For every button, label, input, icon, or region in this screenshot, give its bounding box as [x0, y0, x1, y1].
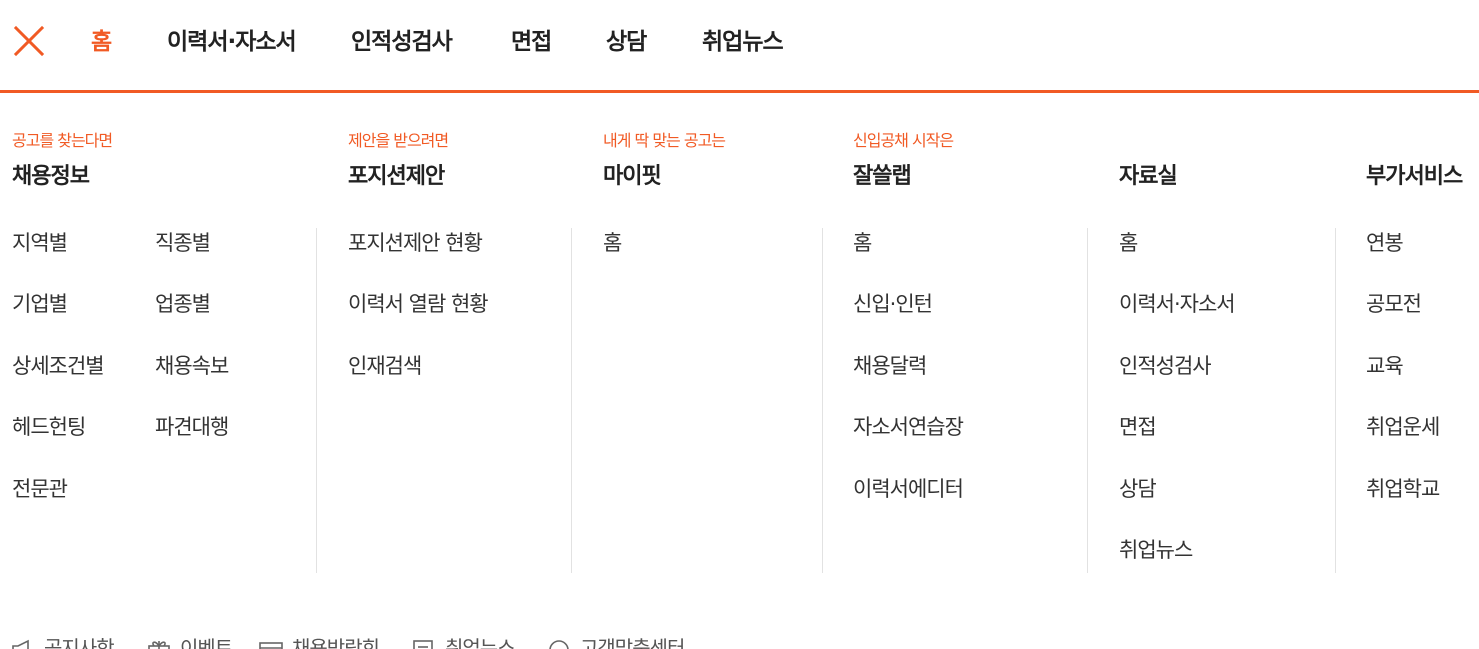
- headset-icon: [549, 640, 569, 649]
- link-by-company[interactable]: 기업별: [12, 290, 68, 318]
- link-resources-consulting[interactable]: 상담: [1119, 475, 1157, 503]
- link-job-school[interactable]: 취업학교: [1366, 475, 1440, 503]
- calendar-icon: [259, 642, 283, 649]
- link-myfit-home[interactable]: 홈: [603, 229, 622, 257]
- link-salary[interactable]: 연봉: [1366, 229, 1404, 257]
- link-dispatch[interactable]: 파견대행: [155, 413, 229, 441]
- bottom-link-label: 취업뉴스: [445, 636, 516, 649]
- link-by-region[interactable]: 지역별: [12, 229, 68, 257]
- bottom-link-label: 공지사항: [44, 636, 115, 649]
- link-offer-status[interactable]: 포지션제안 현황: [348, 229, 483, 257]
- bottom-link-label: 채용박람회: [292, 636, 380, 649]
- link-education[interactable]: 교육: [1366, 352, 1404, 380]
- newspaper-icon: [413, 640, 433, 649]
- link-hiring-calendar[interactable]: 채용달력: [853, 352, 927, 380]
- link-by-job-type[interactable]: 직종별: [155, 229, 211, 257]
- top-menu-resume[interactable]: 이력서·자소서: [167, 26, 297, 58]
- link-entry-intern[interactable]: 신입·인턴: [853, 290, 933, 318]
- section-title[interactable]: 자료실: [1119, 162, 1178, 192]
- link-resources-resume[interactable]: 이력서·자소서: [1119, 290, 1236, 318]
- link-resources-interview[interactable]: 면접: [1119, 413, 1157, 441]
- column-divider: [316, 228, 317, 573]
- megaphone-icon: [12, 639, 29, 649]
- link-specialty[interactable]: 전문관: [12, 475, 68, 503]
- link-resume-views[interactable]: 이력서 열람 현황: [348, 290, 489, 318]
- section-title[interactable]: 마이핏: [603, 162, 662, 192]
- link-resources-job-news[interactable]: 취업뉴스: [1119, 536, 1193, 564]
- link-contest[interactable]: 공모전: [1366, 290, 1422, 318]
- link-by-industry[interactable]: 업종별: [155, 290, 211, 318]
- section-title[interactable]: 부가서비스: [1366, 162, 1463, 192]
- top-navigation-bar: 홈 이력서·자소서 인적성검사 면접 상담 취업뉴스: [0, 0, 1479, 93]
- section-tagline: 신입공채 시작은: [853, 131, 954, 150]
- link-resources-aptitude[interactable]: 인적성검사: [1119, 352, 1212, 380]
- bottom-link-label: 고객맞춤센터: [580, 636, 685, 649]
- link-resources-home[interactable]: 홈: [1119, 229, 1138, 257]
- section-title[interactable]: 포지션제안: [348, 162, 445, 192]
- link-breaking-jobs[interactable]: 채용속보: [155, 352, 229, 380]
- top-menu-consulting[interactable]: 상담: [606, 26, 647, 58]
- link-lab-home[interactable]: 홈: [853, 229, 872, 257]
- link-talent-search[interactable]: 인재검색: [348, 352, 422, 380]
- top-menu-aptitude-test[interactable]: 인적성검사: [351, 26, 453, 58]
- link-headhunting[interactable]: 헤드헌팅: [12, 413, 86, 441]
- column-divider: [822, 228, 823, 573]
- column-divider: [1335, 228, 1336, 573]
- top-menu-home[interactable]: 홈: [91, 26, 112, 58]
- section-title[interactable]: 채용정보: [12, 162, 90, 192]
- section-tagline: 제안을 받으려면: [348, 131, 449, 150]
- section-title[interactable]: 잘쓸랩: [853, 162, 912, 192]
- link-job-fortune[interactable]: 취업운세: [1366, 413, 1440, 441]
- column-divider: [571, 228, 572, 573]
- section-tagline: 공고를 찾는다면: [12, 131, 113, 150]
- link-essay-practice[interactable]: 자소서연습장: [853, 413, 964, 441]
- gift-icon: [148, 641, 170, 649]
- top-menu-job-news[interactable]: 취업뉴스: [702, 26, 784, 58]
- bottom-utility-links: 공지사항 이벤트 채용박람회 취업뉴스 고객맞춤센터: [0, 628, 1479, 649]
- section-tagline: 내게 딱 맞는 공고는: [603, 131, 726, 150]
- bottom-link-label: 이벤트: [180, 636, 233, 649]
- link-resume-editor[interactable]: 이력서에디터: [853, 475, 964, 503]
- column-divider: [1087, 228, 1088, 573]
- top-menu: 홈 이력서·자소서 인적성검사 면접 상담 취업뉴스: [0, 0, 1479, 90]
- top-menu-interview[interactable]: 면접: [511, 26, 552, 58]
- link-by-detail[interactable]: 상세조건별: [12, 352, 105, 380]
